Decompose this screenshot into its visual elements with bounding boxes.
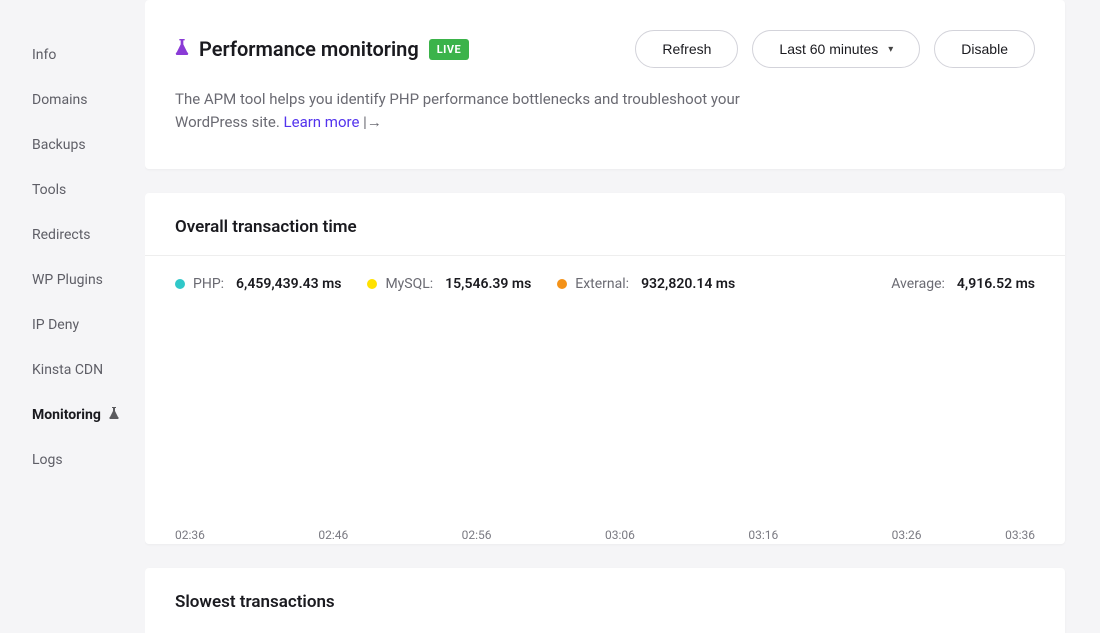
legend-mysql: MySQL: 15,546.39 ms bbox=[367, 276, 531, 292]
sidebar-item-wp-plugins[interactable]: WP Plugins bbox=[0, 257, 145, 302]
external-link-icon: |→ bbox=[363, 113, 382, 131]
time-range-dropdown[interactable]: Last 60 minutes ▾ bbox=[752, 30, 920, 68]
card-slowest-transactions: Slowest transactions bbox=[145, 568, 1065, 633]
legend-php: PHP: 6,459,439.43 ms bbox=[175, 276, 341, 292]
card-overall-transaction-time: Overall transaction time PHP: 6,459,439.… bbox=[145, 193, 1065, 544]
header-description: The APM tool helps you identify PHP perf… bbox=[145, 76, 785, 169]
chart-x-axis: 02:3602:4602:5603:0603:1603:2603:36 bbox=[175, 528, 1035, 544]
flask-icon bbox=[109, 407, 119, 422]
sidebar-item-tools[interactable]: Tools bbox=[0, 167, 145, 212]
sidebar-item-monitoring[interactable]: Monitoring bbox=[0, 392, 145, 437]
sidebar-item-backups[interactable]: Backups bbox=[0, 122, 145, 167]
sidebar-item-info[interactable]: Info bbox=[0, 32, 145, 77]
legend-average: Average: 4,916.52 ms bbox=[891, 276, 1035, 292]
legend-dot-mysql bbox=[367, 279, 377, 289]
learn-more-link[interactable]: Learn more bbox=[284, 113, 360, 131]
sidebar-item-logs[interactable]: Logs bbox=[0, 437, 145, 482]
section-title-transaction-time: Overall transaction time bbox=[145, 193, 1065, 255]
chart-legend: PHP: 6,459,439.43 ms MySQL: 15,546.39 ms… bbox=[145, 256, 1065, 300]
refresh-button[interactable]: Refresh bbox=[635, 30, 738, 68]
sidebar-item-kinsta-cdn[interactable]: Kinsta CDN bbox=[0, 347, 145, 392]
sidebar-item-ip-deny[interactable]: IP Deny bbox=[0, 302, 145, 347]
page-title: Performance monitoring bbox=[199, 37, 419, 61]
sidebar: Info Domains Backups Tools Redirects WP … bbox=[0, 0, 145, 633]
flask-icon bbox=[175, 39, 189, 59]
live-badge: LIVE bbox=[429, 39, 470, 60]
transaction-time-chart bbox=[145, 304, 1035, 522]
card-performance-header: Performance monitoring LIVE Refresh Last… bbox=[145, 0, 1065, 169]
sidebar-item-redirects[interactable]: Redirects bbox=[0, 212, 145, 257]
chevron-down-icon: ▾ bbox=[888, 44, 893, 55]
legend-external: External: 932,820.14 ms bbox=[557, 276, 735, 292]
section-title-slowest: Slowest transactions bbox=[145, 568, 1065, 630]
legend-dot-external bbox=[557, 279, 567, 289]
legend-dot-php bbox=[175, 279, 185, 289]
main-content: Performance monitoring LIVE Refresh Last… bbox=[145, 0, 1100, 633]
sidebar-item-domains[interactable]: Domains bbox=[0, 77, 145, 122]
disable-button[interactable]: Disable bbox=[934, 30, 1035, 68]
